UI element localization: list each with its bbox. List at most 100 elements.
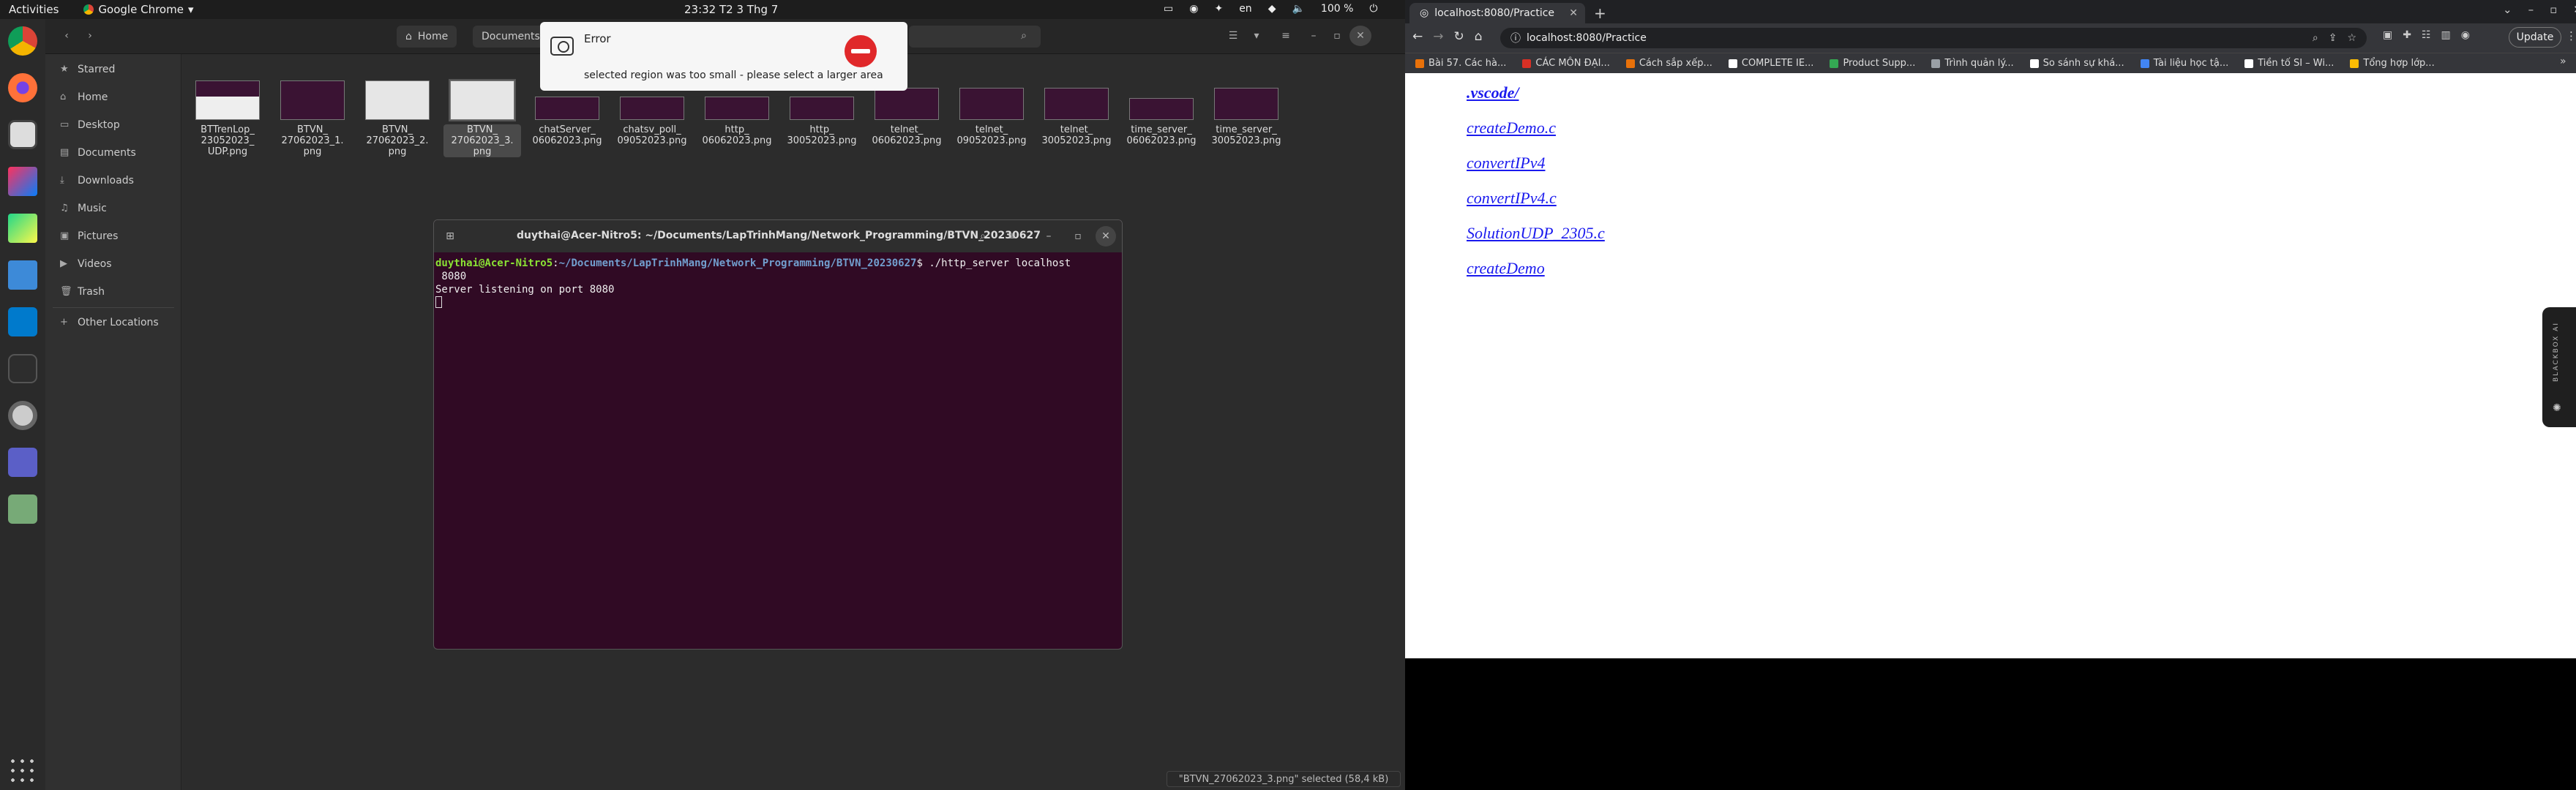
screen-icon[interactable]: ▭ bbox=[1164, 3, 1173, 15]
minimize-button[interactable]: – bbox=[1303, 26, 1325, 46]
pycharm-dock-icon[interactable] bbox=[8, 214, 37, 243]
menu-button[interactable]: ≡ bbox=[1275, 26, 1297, 46]
app-tray-icon[interactable]: ✦ bbox=[1214, 3, 1223, 15]
share-icon[interactable]: ⇪ bbox=[2329, 32, 2337, 44]
file-item[interactable]: telnet_ 30052023.png bbox=[1038, 80, 1115, 146]
sidebar-item-videos[interactable]: ▶ Videos bbox=[53, 253, 177, 275]
settings-dock-icon[interactable] bbox=[8, 401, 37, 430]
side-panel-icon[interactable]: ▥ bbox=[2441, 29, 2451, 41]
view-toggle-button[interactable]: ☰ bbox=[1222, 26, 1244, 46]
sidebar-item-music[interactable]: ♫ Music bbox=[53, 198, 177, 219]
sidebar-item-other-locations[interactable]: + Other Locations bbox=[53, 312, 177, 334]
terminal-window[interactable]: ⊞ duythai@Acer-Nitro5: ~/Documents/LapTr… bbox=[433, 219, 1123, 650]
file-item[interactable]: time_server_ 06062023.png bbox=[1123, 80, 1200, 146]
update-button[interactable]: Update bbox=[2509, 27, 2561, 48]
minimize-button[interactable]: – bbox=[1038, 226, 1059, 247]
sidebar-item-starred[interactable]: ★ Starred bbox=[53, 59, 177, 80]
file-item-selected[interactable]: BTVN_ 27062023_3. png bbox=[443, 79, 521, 157]
search-icon[interactable]: ⌕ bbox=[973, 226, 993, 247]
terminal-dock-icon[interactable] bbox=[8, 354, 37, 383]
language-indicator[interactable]: en bbox=[1239, 3, 1252, 15]
view-options-button[interactable]: ▾ bbox=[1246, 26, 1268, 46]
breadcrumb-home[interactable]: ⌂ Home bbox=[397, 26, 457, 48]
breadcrumb-documents[interactable]: Documents bbox=[473, 26, 549, 48]
directory-link[interactable]: createDemo bbox=[1467, 259, 1545, 278]
puzzle-icon[interactable]: ✚ bbox=[2403, 29, 2411, 41]
file-item[interactable]: BTVN_ 27062023_1. png bbox=[274, 80, 351, 157]
bookmark-item[interactable]: Tổng hợp lớp... bbox=[2350, 58, 2435, 69]
close-button[interactable]: ✕ bbox=[1096, 226, 1116, 247]
close-button[interactable]: ✕ bbox=[1349, 26, 1371, 46]
maximize-button[interactable]: ▫ bbox=[1068, 226, 1088, 247]
error-notification[interactable]: Error selected region was too small - pl… bbox=[540, 22, 907, 91]
zoom-icon[interactable]: ⌕ bbox=[2313, 32, 2318, 44]
sidebar-item-documents[interactable]: ▤ Documents bbox=[53, 142, 177, 164]
bookmark-item[interactable]: Tiền tố SI – Wi... bbox=[2244, 58, 2334, 69]
activities-button[interactable]: Activities bbox=[9, 3, 59, 16]
trash-dock-icon[interactable] bbox=[8, 494, 37, 524]
file-item[interactable]: time_server_ 30052023.png bbox=[1208, 80, 1285, 146]
close-tab-icon[interactable]: ✕ bbox=[1569, 7, 1578, 19]
bookmark-item[interactable]: CÁC MÔN ĐẠI... bbox=[1522, 58, 1610, 69]
chrome-tray-icon[interactable]: ◉ bbox=[1189, 3, 1198, 15]
battery-indicator[interactable]: 100 % bbox=[1321, 3, 1353, 15]
address-bar[interactable]: ⓘ localhost:8080/Practice ⌕ ⇪ ☆ bbox=[1500, 28, 2367, 48]
bookmark-item[interactable]: Trình quản lý... bbox=[1931, 58, 2014, 69]
tab-practice[interactable]: ◎ localhost:8080/Practice ✕ bbox=[1409, 3, 1585, 23]
file-item[interactable]: BTTrenLop_ 23052023_ UDP.png bbox=[189, 80, 266, 157]
file-item[interactable]: BTVN_ 27062023_2. png bbox=[359, 80, 436, 157]
tab-search-icon[interactable]: ⌄ bbox=[2503, 3, 2512, 16]
bookmark-item[interactable]: Cách sắp xếp... bbox=[1625, 58, 1712, 69]
directory-link[interactable]: .vscode/ bbox=[1467, 83, 1519, 102]
new-tab-button[interactable]: + bbox=[1594, 4, 1606, 22]
directory-link[interactable]: convertIPv4.c bbox=[1467, 189, 1557, 208]
app-grid-icon[interactable] bbox=[8, 756, 37, 786]
bookmark-item[interactable]: So sánh sự khá... bbox=[2029, 58, 2124, 69]
system-tray[interactable]: ▭ ◉ ✦ en ◆ 🔈 100 % ⏻ bbox=[1164, 3, 1377, 15]
sidebar-item-home[interactable]: ⌂ Home bbox=[53, 86, 177, 108]
intellij-dock-icon[interactable] bbox=[8, 167, 37, 196]
sidebar-item-downloads[interactable]: ⤓ Downloads bbox=[53, 170, 177, 192]
blackbox-widget[interactable]: BLACKBOX AI ✺ bbox=[2542, 307, 2576, 427]
profile-avatar[interactable]: ◉ bbox=[2461, 29, 2470, 41]
file-item[interactable]: telnet_ 09052023.png bbox=[953, 80, 1030, 146]
back-arrow-icon[interactable]: ← bbox=[1412, 29, 1423, 44]
clock[interactable]: 23:32 T2 3 Thg 7 bbox=[684, 3, 778, 16]
extension-icon[interactable]: ▣ bbox=[2383, 29, 2392, 41]
network-icon[interactable]: ◆ bbox=[1268, 3, 1276, 15]
terminal-output[interactable]: duythai@Acer-Nitro5:~/Documents/LapTrinh… bbox=[435, 257, 1071, 309]
forward-arrow-icon[interactable]: → bbox=[1433, 29, 1443, 44]
firefox-dock-icon[interactable] bbox=[8, 73, 37, 102]
sidebar-item-desktop[interactable]: ▭ Desktop bbox=[53, 114, 177, 136]
reload-icon[interactable]: ↻ bbox=[1454, 29, 1464, 44]
app-menu[interactable]: Google Chrome ▾ bbox=[83, 3, 193, 16]
directory-link[interactable]: createDemo.c bbox=[1467, 118, 1556, 138]
teams-dock-icon[interactable] bbox=[8, 448, 37, 477]
kebab-menu-icon[interactable]: ⋮ bbox=[2566, 29, 2576, 42]
search-icon[interactable]: ⌕ bbox=[1013, 26, 1035, 46]
vscode-dock-icon[interactable] bbox=[8, 307, 37, 336]
menu-icon[interactable]: ≡ bbox=[1002, 226, 1022, 247]
sidebar-item-trash[interactable]: 🗑 Trash bbox=[53, 281, 177, 303]
directory-link[interactable]: convertIPv4 bbox=[1467, 154, 1546, 173]
volume-icon[interactable]: 🔈 bbox=[1292, 3, 1304, 15]
forward-button[interactable]: › bbox=[79, 26, 101, 46]
close-button[interactable]: ✕ bbox=[2573, 3, 2576, 16]
bookmark-item[interactable]: Bài 57. Các hà... bbox=[1415, 58, 1506, 69]
info-icon[interactable]: ⓘ bbox=[1510, 31, 1521, 45]
sidebar-item-pictures[interactable]: ▣ Pictures bbox=[53, 225, 177, 247]
home-icon[interactable]: ⌂ bbox=[1475, 29, 1483, 44]
document-viewer-dock-icon[interactable] bbox=[8, 260, 37, 290]
bookmark-item[interactable]: Product Supp... bbox=[1830, 58, 1915, 69]
minimize-button[interactable]: – bbox=[2528, 3, 2534, 16]
chrome-dock-icon[interactable] bbox=[8, 26, 37, 56]
reading-list-icon[interactable]: ☷ bbox=[2422, 29, 2431, 41]
power-icon[interactable]: ⏻ bbox=[1369, 3, 1377, 15]
bookmarks-overflow-icon[interactable]: » bbox=[2560, 56, 2566, 67]
directory-link[interactable]: SolutionUDP_2305.c bbox=[1467, 224, 1605, 243]
bookmark-item[interactable]: Tài liệu học tậ... bbox=[2140, 58, 2228, 69]
back-button[interactable]: ‹ bbox=[56, 26, 78, 46]
maximize-button[interactable]: ▫ bbox=[1326, 26, 1348, 46]
maximize-button[interactable]: ▫ bbox=[2550, 3, 2557, 16]
bookmark-star-icon[interactable]: ☆ bbox=[2347, 32, 2356, 44]
